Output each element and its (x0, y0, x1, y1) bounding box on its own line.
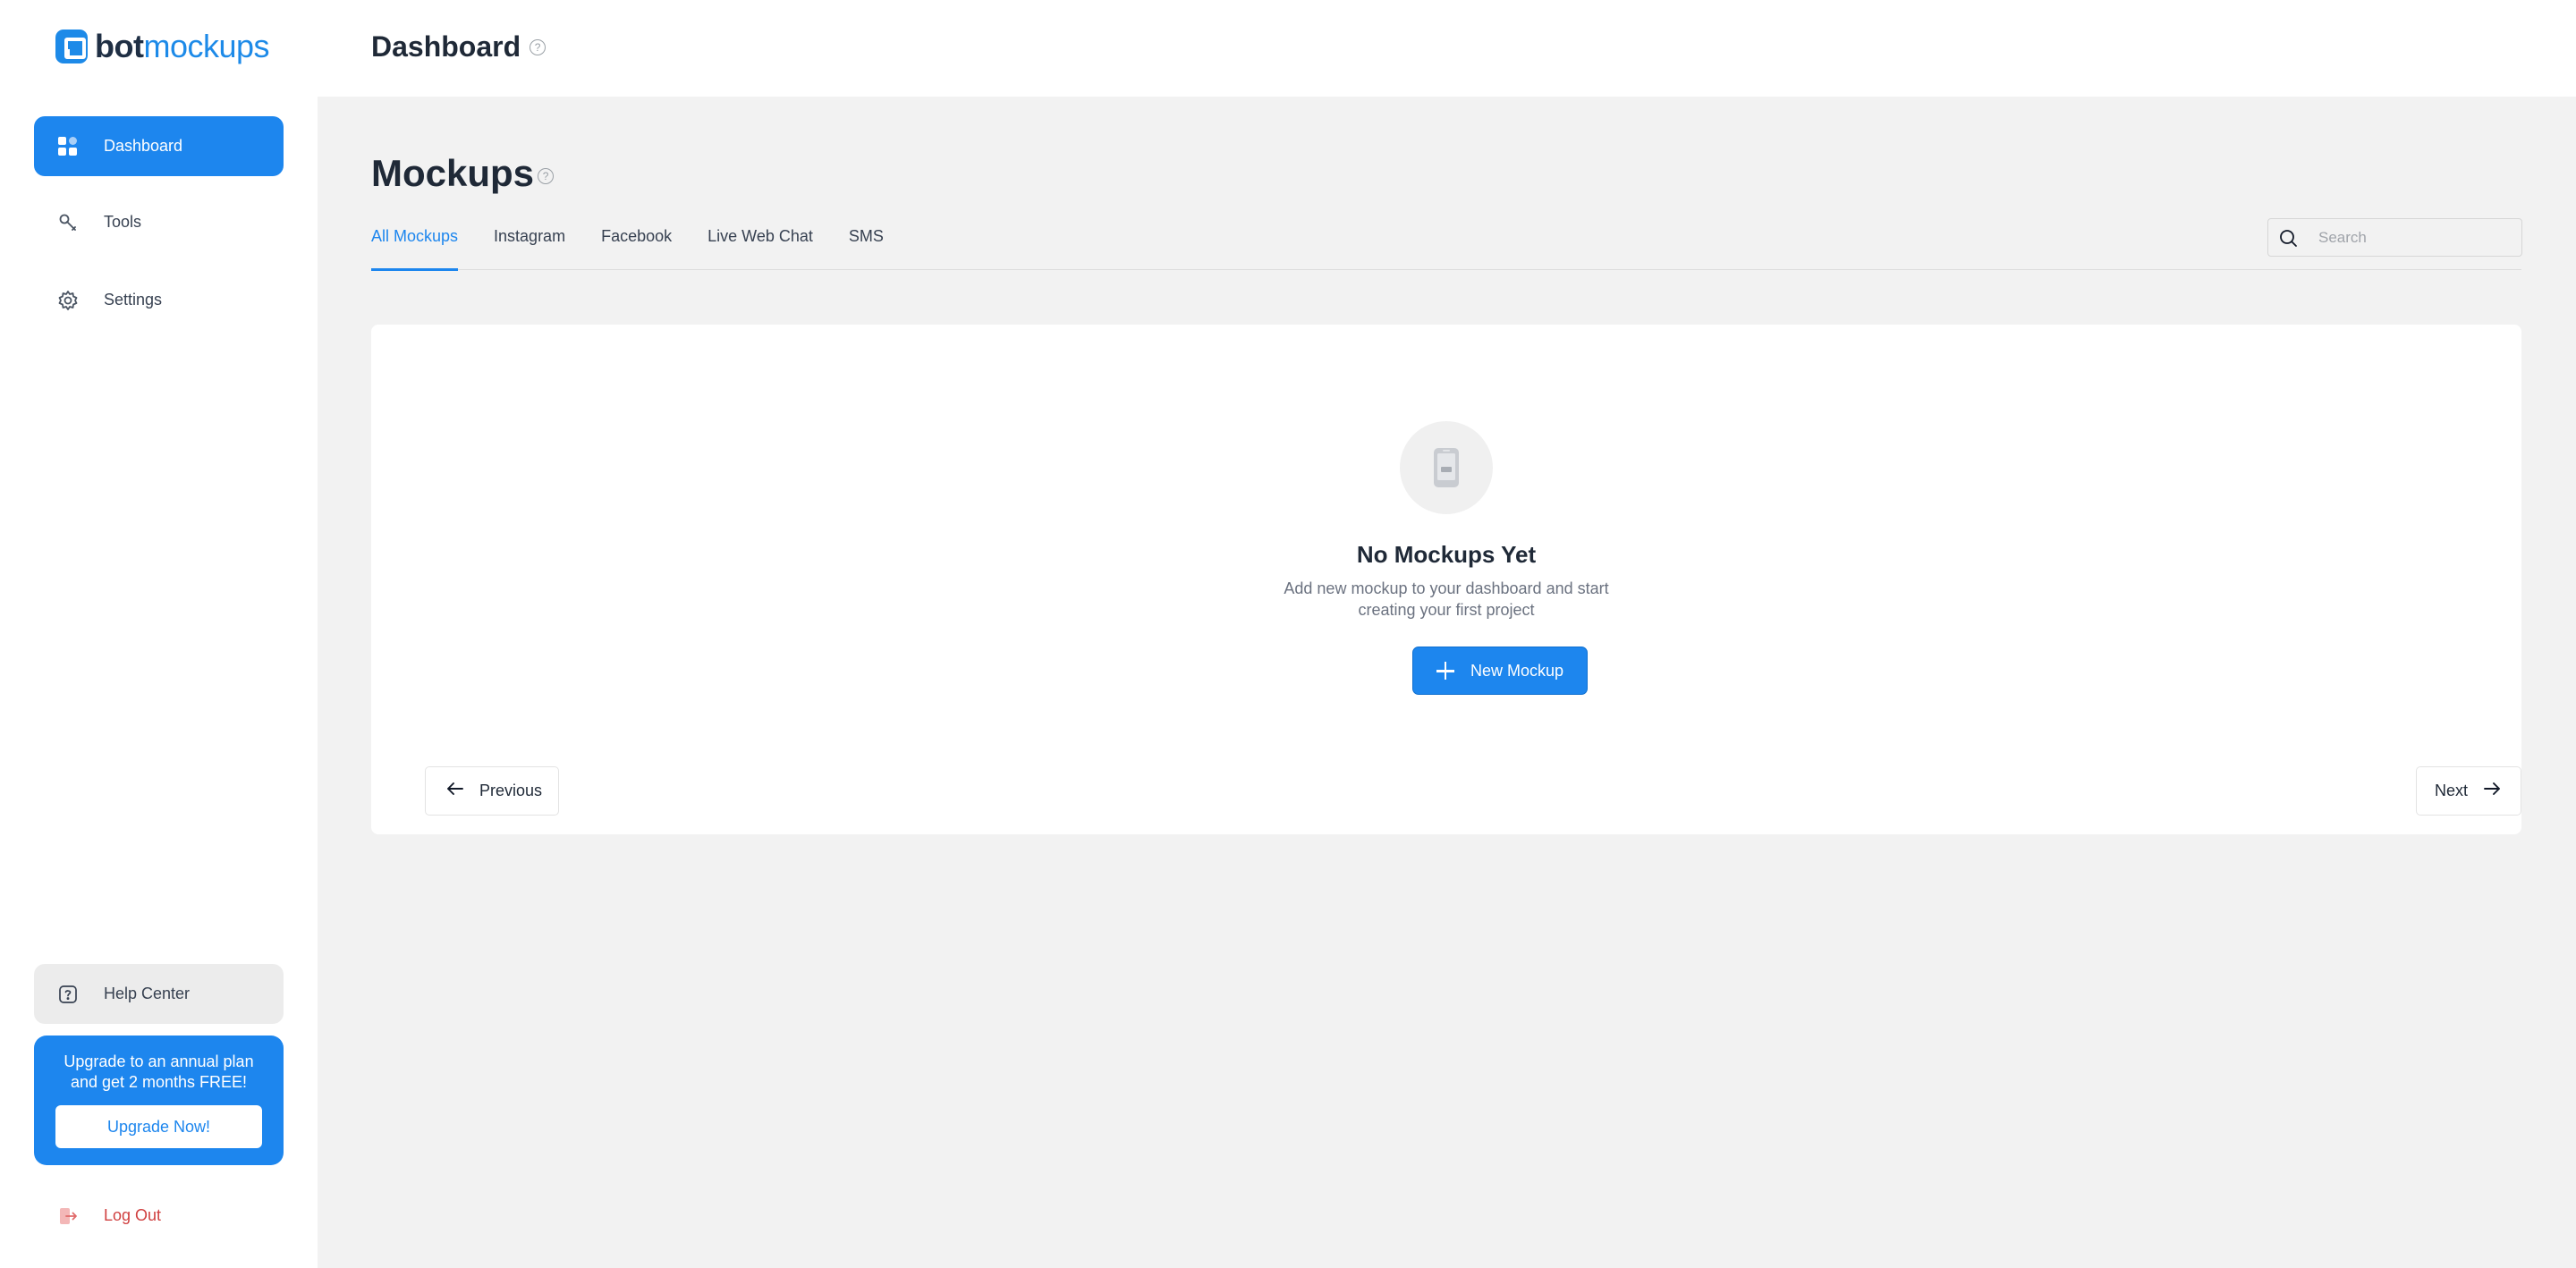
sidebar-item-label: Dashboard (104, 137, 183, 155)
arrow-right-icon (2482, 779, 2502, 803)
header-title: Dashboard ? (371, 30, 547, 63)
sidebar: botmockups Dashboard Tools Settings Help… (0, 0, 318, 1268)
brand-logo[interactable]: botmockups (55, 27, 270, 66)
new-mockup-label: New Mockup (1470, 661, 1564, 680)
new-mockup-button[interactable]: New Mockup (1412, 647, 1588, 695)
help-icon (57, 984, 79, 1005)
brand-name-bold: bot (95, 28, 144, 64)
arrow-left-icon (445, 779, 465, 803)
question-icon[interactable]: ? (530, 38, 547, 55)
page-title: Mockups ? (371, 152, 555, 195)
empty-state-title: No Mockups Yet (1356, 541, 1537, 568)
tab-instagram[interactable]: Instagram (494, 225, 565, 270)
sidebar-item-label: Tools (104, 213, 142, 231)
brand-name-light: mockups (143, 28, 270, 64)
help-center-button[interactable]: Help Center (34, 964, 284, 1024)
logout-button[interactable]: Log Out (34, 1186, 284, 1246)
plus-icon (1436, 662, 1454, 680)
help-center-label: Help Center (104, 985, 191, 1002)
sidebar-item-label: Settings (104, 291, 163, 309)
wrench-icon (57, 212, 79, 233)
sidebar-item-dashboard[interactable]: Dashboard (34, 116, 284, 176)
previous-label: Previous (479, 782, 543, 799)
upgrade-card: Upgrade to an annual plan and get 2 mont… (34, 1036, 284, 1165)
empty-state-description: Add new mockup to your dashboard and sta… (1284, 579, 1609, 619)
main-content: Mockups ? All Mockups Instagram Facebook… (318, 97, 2576, 1268)
sidebar-item-settings[interactable]: Settings (34, 270, 284, 330)
logout-label: Log Out (104, 1206, 162, 1224)
top-header: Dashboard ? (318, 0, 2576, 97)
next-label: Next (2435, 782, 2469, 799)
sidebar-item-tools[interactable]: Tools (34, 192, 284, 252)
logout-icon (57, 1205, 79, 1227)
phone-icon (1400, 421, 1493, 514)
tab-live-web-chat[interactable]: Live Web Chat (708, 225, 813, 270)
grid-icon (57, 136, 79, 157)
tab-facebook[interactable]: Facebook (601, 225, 672, 270)
gear-icon (57, 290, 79, 311)
mockup-tabs: All Mockups Instagram Facebook Live Web … (371, 225, 2521, 271)
upgrade-message: Upgrade to an annual plan and get 2 mont… (64, 1052, 254, 1091)
upgrade-now-button[interactable]: Upgrade Now! (55, 1105, 262, 1148)
search-input[interactable] (2318, 228, 2515, 247)
tab-sms[interactable]: SMS (849, 225, 884, 270)
next-page-button[interactable]: Next (2416, 766, 2521, 816)
previous-page-button[interactable]: Previous (425, 766, 559, 816)
search-box (2267, 218, 2522, 257)
logo-icon (55, 30, 88, 63)
search-icon (2277, 227, 2299, 249)
mockups-panel: No Mockups Yet Add new mockup to your da… (371, 325, 2521, 834)
question-icon[interactable]: ? (538, 168, 555, 184)
tab-all-mockups[interactable]: All Mockups (371, 225, 459, 271)
